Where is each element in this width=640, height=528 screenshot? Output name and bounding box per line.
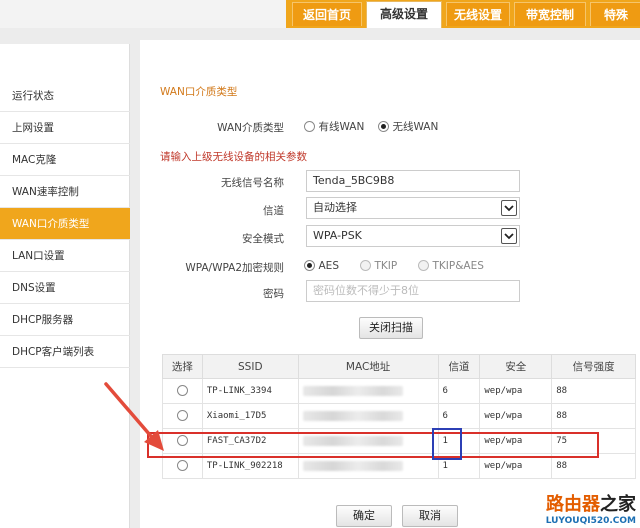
cipher-label: WPA/WPA2加密规则 [185, 262, 284, 274]
radio-selected-icon[interactable] [304, 260, 315, 271]
row-ssid: TP-LINK_3394 [201, 378, 299, 404]
table-row[interactable]: TP-LINK_3394 6 wep/wpa 88 [162, 378, 636, 404]
tab-wireless[interactable]: 无线设置 [446, 2, 510, 26]
security-label: 安全模式 [242, 233, 284, 245]
sidebar-item-internet[interactable]: 上网设置 [0, 112, 130, 144]
row-channel: 6 [437, 378, 481, 404]
cipher-option-tkip-aes-label: TKIP&AES [432, 260, 484, 272]
radio-selected-icon[interactable] [378, 121, 389, 132]
col-mac: MAC地址 [297, 354, 439, 379]
security-select[interactable]: WPA-PSK [306, 225, 520, 247]
sidebar-item-dhcp-server[interactable]: DHCP服务器 [0, 304, 130, 336]
row-security: wep/wpa [479, 378, 553, 404]
media-option-wired[interactable]: 有线WAN [304, 119, 364, 134]
watermark-name-b: 之家 [600, 494, 636, 515]
sidebar-item-wan-rate[interactable]: WAN速率控制 [0, 176, 130, 208]
sidebar-item-dns[interactable]: DNS设置 [0, 272, 130, 304]
row-select-radio[interactable] [176, 410, 188, 421]
col-security: 安全 [479, 354, 553, 379]
media-option-wireless-label: 无线WAN [392, 121, 439, 133]
col-channel: 信道 [437, 354, 481, 379]
channel-label: 信道 [263, 205, 284, 217]
watermark-name-a: 路由器 [546, 494, 600, 515]
radio-disabled-icon[interactable] [418, 260, 429, 271]
tab-home[interactable]: 返回首页 [292, 2, 362, 26]
table-row[interactable]: Xiaomi_17D5 6 wep/wpa 88 [162, 403, 636, 429]
cipher-option-tkip[interactable]: TKIP [360, 259, 397, 272]
sidebar-item-status[interactable]: 运行状态 [0, 80, 130, 112]
channel-select-value: 自动选择 [313, 201, 357, 214]
cancel-button[interactable]: 取消 [402, 505, 458, 527]
chevron-down-icon[interactable] [501, 228, 517, 244]
col-select: 选择 [162, 354, 203, 379]
row-security: wep/wpa [479, 403, 553, 429]
highlight-row-box [147, 432, 599, 458]
arrow-icon [104, 382, 164, 451]
highlight-channel-box [432, 428, 462, 460]
watermark-url: LUYOUQI520.COM [545, 516, 636, 526]
scan-results-table: 选择 SSID MAC地址 信道 安全 信号强度 TP-LINK_3394 6 … [162, 354, 636, 479]
tab-advanced[interactable]: 高级设置 [366, 1, 442, 28]
tab-bandwidth[interactable]: 带宽控制 [514, 2, 586, 26]
watermark: 路由器之家 LUYOUQI520.COM [546, 490, 636, 526]
row-ssid: Xiaomi_17D5 [201, 403, 299, 429]
params-note: 请输入上级无线设备的相关参数 [160, 151, 307, 163]
mac-redacted [302, 410, 403, 421]
sidebar-item-lan[interactable]: LAN口设置 [0, 240, 130, 272]
password-label: 密码 [263, 288, 284, 300]
password-input[interactable]: 密码位数不得少于8位 [306, 280, 520, 302]
sidebar-item-wan-media[interactable]: WAN口介质类型 [0, 208, 130, 240]
row-signal: 88 [551, 403, 636, 429]
row-select-radio[interactable] [176, 460, 188, 471]
ok-button[interactable]: 确定 [336, 505, 392, 527]
media-option-wireless[interactable]: 无线WAN [378, 119, 438, 134]
sidebar-item-mac-clone[interactable]: MAC克隆 [0, 144, 130, 176]
cipher-option-tkip-label: TKIP [374, 260, 398, 272]
col-signal: 信号强度 [551, 354, 636, 379]
watermark-logo: 路由器之家 [546, 490, 636, 516]
security-select-value: WPA-PSK [313, 229, 362, 242]
sidebar-item-dhcp-clients[interactable]: DHCP客户端列表 [0, 336, 130, 368]
ssid-label: 无线信号名称 [221, 177, 284, 189]
chevron-down-icon[interactable] [501, 200, 517, 216]
media-option-wired-label: 有线WAN [318, 121, 365, 133]
top-nav: 返回首页 高级设置 无线设置 带宽控制 特殊 [0, 0, 640, 28]
cipher-option-aes[interactable]: AES [304, 259, 339, 272]
mac-redacted [302, 385, 403, 396]
cipher-option-aes-label: AES [318, 260, 339, 272]
row-channel: 6 [437, 403, 481, 429]
sidebar: 运行状态 上网设置 MAC克隆 WAN速率控制 WAN口介质类型 LAN口设置 … [0, 44, 130, 528]
radio-disabled-icon[interactable] [360, 260, 371, 271]
row-signal: 88 [551, 378, 636, 404]
cipher-option-tkip-aes[interactable]: TKIP&AES [418, 259, 484, 272]
section-title: WAN口介质类型 [160, 86, 238, 98]
row-select-radio[interactable] [176, 385, 188, 396]
radio-icon[interactable] [304, 121, 315, 132]
ssid-input[interactable]: Tenda_5BC9B8 [306, 170, 520, 192]
close-scan-button[interactable]: 关闭扫描 [359, 317, 423, 339]
media-type-label: WAN介质类型 [217, 122, 284, 134]
mac-redacted [302, 460, 403, 471]
col-ssid: SSID [201, 354, 299, 379]
channel-select[interactable]: 自动选择 [306, 197, 520, 219]
tab-special[interactable]: 特殊 [590, 2, 640, 26]
